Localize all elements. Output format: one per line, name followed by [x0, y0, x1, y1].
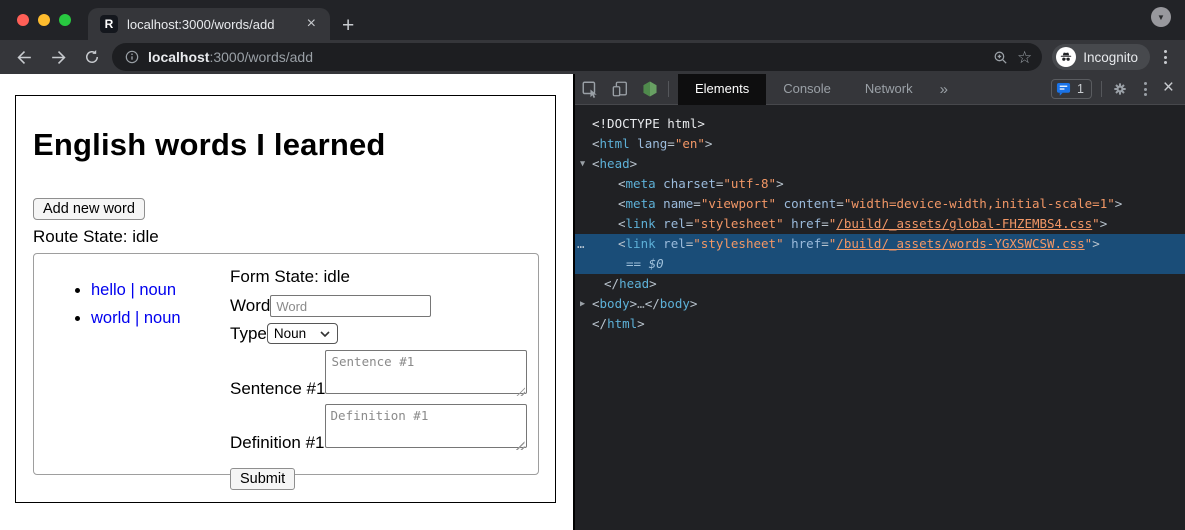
zoom-in-icon[interactable] — [992, 49, 1009, 66]
word-list-item: world | noun — [91, 309, 230, 328]
submit-button[interactable]: Submit — [230, 468, 295, 490]
devtools-tabs: ElementsConsoleNetwork — [678, 74, 930, 105]
devtools-close-icon[interactable]: × — [1156, 77, 1185, 101]
reload-button[interactable] — [78, 43, 106, 71]
incognito-icon — [1056, 47, 1076, 67]
word-link[interactable]: hello | noun — [91, 281, 176, 299]
toolbar-divider — [668, 81, 669, 97]
definition-1-label: Definition #1 — [230, 433, 325, 453]
device-toolbar-icon — [611, 80, 629, 98]
issues-bubble-icon — [1056, 82, 1071, 97]
toolbar-divider — [1101, 81, 1102, 97]
dom-tree-node[interactable]: ▼<head> — [575, 154, 1185, 174]
device-toolbar-button[interactable] — [605, 74, 635, 105]
word-list-item: hello | noun — [91, 281, 230, 300]
more-tabs-icon[interactable]: » — [930, 81, 958, 98]
dom-tree-node[interactable]: <link rel="stylesheet" href="/build/_ass… — [575, 214, 1185, 234]
add-new-word-button[interactable]: Add new word — [33, 198, 145, 220]
new-tab-button[interactable]: + — [342, 15, 354, 36]
settings-gear-icon[interactable] — [1105, 74, 1135, 105]
reload-icon — [83, 48, 101, 66]
address-bar[interactable]: localhost:3000/words/add ☆ — [112, 43, 1042, 71]
devtools-panel: ElementsConsoleNetwork » 1 × <!DOCTYPE h… — [573, 74, 1185, 530]
add-word-form: Form State: idle Word Type Noun Sentence — [230, 267, 530, 474]
devtools-tab-elements[interactable]: Elements — [678, 74, 766, 105]
dom-tree-node[interactable]: == $0 — [575, 254, 1185, 274]
devtools-toolbar: ElementsConsoleNetwork » 1 × — [575, 74, 1185, 105]
node-devtools-icon[interactable] — [635, 74, 665, 105]
definition-1-textarea[interactable] — [325, 404, 527, 448]
sentence-1-label: Sentence #1 — [230, 379, 325, 399]
dom-tree-node[interactable]: <html lang="en"> — [575, 134, 1185, 154]
dom-tree-node[interactable]: <meta charset="utf-8"> — [575, 174, 1185, 194]
word-list: hello | noun world | noun — [34, 267, 230, 474]
incognito-label: Incognito — [1083, 50, 1138, 65]
type-label: Type — [230, 324, 267, 344]
inspect-element-button[interactable] — [575, 74, 605, 105]
route-state-text: Route State: idle — [33, 227, 539, 247]
url-text: localhost:3000/words/add — [148, 49, 984, 65]
dom-tree[interactable]: <!DOCTYPE html><html lang="en">▼<head><m… — [575, 105, 1185, 530]
type-select-value: Noun — [274, 326, 306, 341]
node-more-actions-icon[interactable]: … — [577, 234, 584, 254]
browser-titlebar: R localhost:3000/words/add × + ▼ — [0, 0, 1185, 40]
remix-favicon-icon: R — [100, 15, 118, 33]
dom-tree-node[interactable]: <meta name="viewport" content="width=dev… — [575, 194, 1185, 214]
window-chevron-button[interactable]: ▼ — [1151, 7, 1171, 27]
site-info-icon[interactable] — [124, 49, 140, 65]
devtools-tab-console[interactable]: Console — [766, 74, 848, 105]
inspect-cursor-icon — [581, 80, 599, 98]
expand-open-icon[interactable]: ▼ — [580, 154, 585, 174]
word-input[interactable] — [270, 295, 431, 317]
sentence-1-wrap — [325, 350, 527, 399]
zoom-window-button[interactable] — [59, 14, 71, 26]
issues-count: 1 — [1077, 82, 1084, 96]
browser-tab[interactable]: R localhost:3000/words/add × — [88, 8, 330, 40]
close-window-button[interactable] — [17, 14, 29, 26]
definition-1-wrap — [325, 404, 527, 453]
forward-arrow-icon — [49, 48, 68, 67]
devtools-menu-icon[interactable] — [1135, 82, 1156, 96]
devtools-tab-network[interactable]: Network — [848, 74, 930, 105]
browser-menu-icon[interactable] — [1156, 46, 1175, 68]
tab-title: localhost:3000/words/add — [127, 17, 303, 32]
bookmark-star-icon[interactable]: ☆ — [1017, 49, 1032, 66]
issues-button[interactable]: 1 — [1051, 79, 1092, 99]
dom-tree-node[interactable]: …<link rel="stylesheet" href="/build/_as… — [575, 234, 1185, 254]
back-arrow-icon — [15, 48, 34, 67]
chevron-down-icon — [320, 331, 330, 337]
browser-toolbar: localhost:3000/words/add ☆ Incognito — [0, 40, 1185, 74]
type-select[interactable]: Noun — [267, 323, 338, 344]
dom-tree-node[interactable]: ▶<body>…</body> — [575, 294, 1185, 314]
dom-tree-node[interactable]: </html> — [575, 314, 1185, 334]
tab-close-icon[interactable]: × — [303, 16, 320, 32]
words-panel: hello | noun world | noun Form State: idl… — [33, 253, 539, 475]
forward-button[interactable] — [44, 43, 72, 71]
app-container: English words I learned Add new word Rou… — [15, 95, 556, 503]
page-title: English words I learned — [33, 127, 539, 163]
dom-tree-node[interactable]: <!DOCTYPE html> — [575, 114, 1185, 134]
word-label: Word — [230, 296, 270, 316]
form-state-text: Form State: idle — [230, 267, 530, 287]
back-button[interactable] — [10, 43, 38, 71]
traffic-lights — [17, 14, 71, 26]
expand-closed-icon[interactable]: ▶ — [580, 294, 585, 314]
minimize-window-button[interactable] — [38, 14, 50, 26]
sentence-1-textarea[interactable] — [325, 350, 527, 394]
page-viewport: English words I learned Add new word Rou… — [0, 74, 573, 530]
incognito-badge: Incognito — [1052, 44, 1150, 70]
dom-tree-node[interactable]: </head> — [575, 274, 1185, 294]
word-link[interactable]: world | noun — [91, 309, 181, 327]
